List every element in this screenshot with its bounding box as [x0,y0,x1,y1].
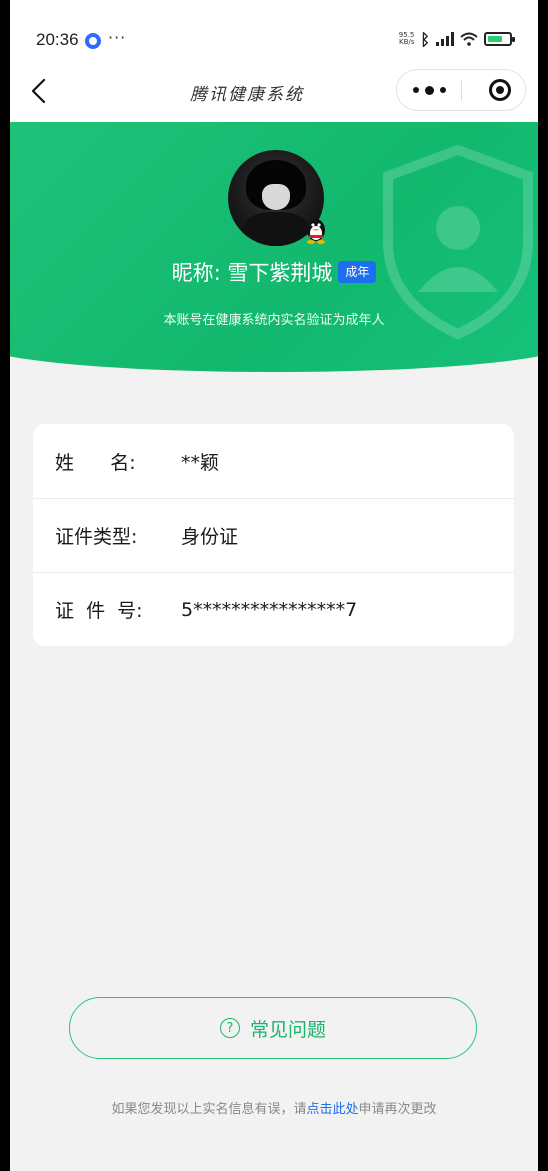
battery-icon [484,32,515,46]
row-value: **颖 [181,451,220,474]
verification-subtitle: 本账号在健康系统内实名验证为成年人 [163,313,385,328]
page-title: 腾讯健康系统 [190,85,304,105]
row-label: 证件类型: [55,526,138,548]
nav-bar: 腾讯健康系统 [10,60,538,122]
chevron-left-icon[interactable] [24,74,54,108]
more-dots-icon[interactable] [397,70,461,110]
row-label: 证 件 号: [55,600,143,622]
correction-link[interactable]: 点击此处 [306,1102,358,1117]
status-icons: 95.5 KB/s ᛒ [396,29,515,49]
wifi-icon [460,32,478,46]
info-row-id-number: 证 件 号: 5****************7 [33,572,514,646]
correction-note: 如果您发现以上实名信息有误，请点击此处申请再次更改 [10,1098,538,1117]
note-text-after: 申请再次更改 [358,1102,437,1117]
row-value: 身份证 [181,526,239,548]
app-frame: 20:36 ··· 95.5 KB/s ᛒ 腾讯健康系统 昵称: 雪下紫荆城 成… [10,0,538,1171]
faq-label: 常见问题 [249,1018,326,1041]
signal-icon [436,32,454,46]
status-more-icon: ··· [108,28,127,47]
row-label: 姓 名: [55,451,136,474]
faq-button[interactable]: ? 常见问题 [69,997,477,1059]
bluetooth-icon: ᛒ [420,29,430,49]
capsule-divider [461,81,462,101]
target-close-icon[interactable] [489,79,511,101]
row-value: 5****************7 [181,598,358,621]
info-row-id-type: 证件类型: 身份证 [33,498,514,572]
note-text-before: 如果您发现以上实名信息有误，请 [111,1102,307,1117]
info-row-name: 姓 名: **颖 [33,424,514,498]
question-circle-icon: ? [219,1018,240,1038]
adult-badge: 成年 [338,261,377,283]
status-time: 20:36 [36,30,79,49]
qq-penguin-icon [307,219,325,244]
nickname: 昵称: 雪下紫荆城 [171,261,333,285]
nickname-row: 昵称: 雪下紫荆城 成年 [10,257,538,287]
app-indicator-icon [85,33,101,49]
mini-program-capsule [396,69,526,111]
net-speed: 95.5 KB/s [398,31,415,46]
identity-card: 姓 名: **颖 证件类型: 身份证 证 件 号: 5*************… [33,424,514,646]
